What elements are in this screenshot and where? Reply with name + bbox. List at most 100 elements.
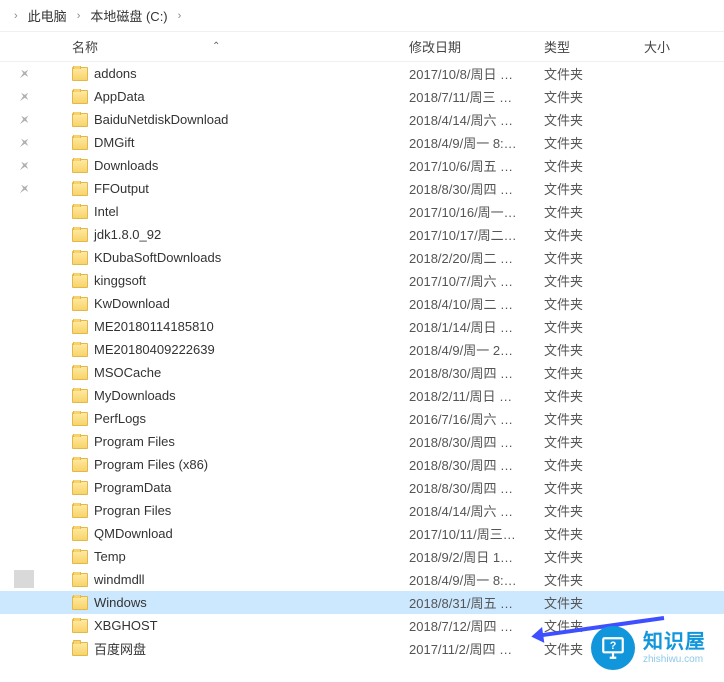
file-row[interactable]: Temp 2018/9/2/周日 1…文件夹 bbox=[0, 545, 724, 568]
folder-icon bbox=[72, 228, 88, 242]
file-name: Downloads bbox=[94, 158, 158, 173]
chevron-right-icon: › bbox=[178, 10, 182, 22]
size-column-header[interactable]: 大小 bbox=[644, 37, 724, 56]
file-row[interactable]: Progran Files 2018/4/14/周六 …文件夹 bbox=[0, 499, 724, 522]
type-column-header[interactable]: 类型 bbox=[544, 37, 644, 56]
file-row[interactable]: MSOCache2018/8/30/周四 …文件夹 bbox=[0, 361, 724, 384]
file-type: 文件夹 bbox=[544, 202, 644, 221]
file-name: windmdll bbox=[94, 572, 145, 587]
file-date: 2018/8/30/周四 … bbox=[409, 179, 544, 198]
folder-icon bbox=[72, 136, 88, 150]
file-row[interactable]: AppData 2018/7/11/周三 …文件夹 bbox=[0, 85, 724, 108]
folder-icon bbox=[72, 320, 88, 334]
file-type: 文件夹 bbox=[544, 478, 644, 497]
file-type: 文件夹 bbox=[544, 248, 644, 267]
breadcrumb[interactable]: › 此电脑 › 本地磁盘 (C:) › bbox=[0, 0, 724, 32]
file-date: 2018/9/2/周日 1… bbox=[409, 547, 544, 566]
file-row[interactable]: PerfLogs2016/7/16/周六 …文件夹 bbox=[0, 407, 724, 430]
folder-icon bbox=[72, 481, 88, 495]
file-row[interactable]: FFOutput2018/8/30/周四 …文件夹 bbox=[0, 177, 724, 200]
file-name: Progran Files bbox=[94, 503, 171, 518]
file-name: FFOutput bbox=[94, 181, 149, 196]
file-date: 2018/8/30/周四 … bbox=[409, 363, 544, 382]
watermark-title: 知识屋 bbox=[643, 631, 706, 654]
file-row[interactable]: Downloads2017/10/6/周五 …文件夹 bbox=[0, 154, 724, 177]
file-row[interactable]: QMDownload2017/10/11/周三…文件夹 bbox=[0, 522, 724, 545]
folder-icon bbox=[72, 159, 88, 173]
file-name: Intel bbox=[94, 204, 119, 219]
file-name: ME20180114185810 bbox=[94, 319, 214, 334]
file-type: 文件夹 bbox=[544, 225, 644, 244]
file-row[interactable]: ProgramData2018/8/30/周四 …文件夹 bbox=[0, 476, 724, 499]
folder-icon bbox=[72, 458, 88, 472]
file-row[interactable]: kinggsoft2017/10/7/周六 …文件夹 bbox=[0, 269, 724, 292]
file-date: 2018/1/14/周日 … bbox=[409, 317, 544, 336]
breadcrumb-item[interactable]: 此电脑 bbox=[24, 4, 71, 27]
file-date: 2017/10/17/周二… bbox=[409, 225, 544, 244]
file-type: 文件夹 bbox=[544, 593, 644, 612]
file-row[interactable]: windmdll 2018/4/9/周一 8:…文件夹 bbox=[0, 568, 724, 591]
file-name: Temp bbox=[94, 549, 126, 564]
file-row[interactable]: Program Files2018/8/30/周四 …文件夹 bbox=[0, 430, 724, 453]
file-type: 文件夹 bbox=[544, 294, 644, 313]
name-column-label: 名称 bbox=[72, 37, 98, 56]
file-row[interactable]: addons2017/10/8/周日 …文件夹 bbox=[0, 62, 724, 85]
sort-indicator-icon: ⌃ bbox=[212, 41, 220, 52]
file-type: 文件夹 bbox=[544, 110, 644, 129]
file-date: 2017/10/11/周三… bbox=[409, 524, 544, 543]
file-row[interactable]: Program Files (x86) 2018/8/30/周四 …文件夹 bbox=[0, 453, 724, 476]
file-type: 文件夹 bbox=[544, 317, 644, 336]
watermark-subtitle: zhishiwu.com bbox=[643, 654, 706, 666]
file-type: 文件夹 bbox=[544, 432, 644, 451]
file-date: 2017/10/7/周六 … bbox=[409, 271, 544, 290]
file-name: Windows bbox=[94, 595, 147, 610]
chevron-right-icon: › bbox=[77, 10, 81, 22]
file-name: Program Files (x86) bbox=[94, 457, 208, 472]
file-row[interactable]: ME201804092226392018/4/9/周一 2…文件夹 bbox=[0, 338, 724, 361]
file-name: BaiduNetdiskDownload bbox=[94, 112, 228, 127]
name-column-header[interactable]: 名称 ⌃ bbox=[48, 37, 409, 56]
date-column-header[interactable]: 修改日期 bbox=[409, 37, 544, 56]
file-type: 文件夹 bbox=[544, 501, 644, 520]
breadcrumb-item[interactable]: 本地磁盘 (C:) bbox=[86, 4, 171, 27]
file-type: 文件夹 bbox=[544, 524, 644, 543]
monitor-question-icon: ? bbox=[600, 635, 626, 661]
file-row[interactable]: DMGift2018/4/9/周一 8:…文件夹 bbox=[0, 131, 724, 154]
file-type: 文件夹 bbox=[544, 547, 644, 566]
file-row[interactable]: ME20180114185810 2018/1/14/周日 …文件夹 bbox=[0, 315, 724, 338]
file-date: 2018/4/9/周一 8:… bbox=[409, 570, 544, 589]
file-date: 2018/2/11/周日 … bbox=[409, 386, 544, 405]
file-date: 2017/10/6/周五 … bbox=[409, 156, 544, 175]
folder-icon bbox=[72, 504, 88, 518]
quick-access-pin-icon bbox=[0, 160, 48, 172]
file-row[interactable]: jdk1.8.0_922017/10/17/周二…文件夹 bbox=[0, 223, 724, 246]
file-row[interactable]: MyDownloads2018/2/11/周日 …文件夹 bbox=[0, 384, 724, 407]
folder-icon bbox=[72, 527, 88, 541]
file-row[interactable]: Intel2017/10/16/周一…文件夹 bbox=[0, 200, 724, 223]
file-date: 2018/8/30/周四 … bbox=[409, 455, 544, 474]
folder-icon bbox=[72, 182, 88, 196]
file-date: 2018/4/10/周二 … bbox=[409, 294, 544, 313]
file-name: kinggsoft bbox=[94, 273, 146, 288]
quick-access-pin-icon bbox=[0, 137, 48, 149]
file-date: 2018/7/11/周三 … bbox=[409, 87, 544, 106]
file-type: 文件夹 bbox=[544, 455, 644, 474]
folder-icon bbox=[72, 412, 88, 426]
chevron-right-icon: › bbox=[14, 10, 18, 22]
folder-icon bbox=[72, 550, 88, 564]
folder-icon bbox=[72, 67, 88, 81]
folder-icon bbox=[72, 435, 88, 449]
file-type: 文件夹 bbox=[544, 87, 644, 106]
file-row[interactable]: Windows2018/8/31/周五 …文件夹 bbox=[0, 591, 724, 614]
file-row[interactable]: KDubaSoftDownloads2018/2/20/周二 …文件夹 bbox=[0, 246, 724, 269]
file-type: 文件夹 bbox=[544, 64, 644, 83]
file-row[interactable]: KwDownload2018/4/10/周二 …文件夹 bbox=[0, 292, 724, 315]
file-name: ME20180409222639 bbox=[94, 342, 215, 357]
file-name: AppData bbox=[94, 89, 145, 104]
folder-icon bbox=[72, 90, 88, 104]
file-date: 2018/4/14/周六 … bbox=[409, 501, 544, 520]
svg-text:?: ? bbox=[610, 640, 617, 652]
file-type: 文件夹 bbox=[544, 570, 644, 589]
file-row[interactable]: BaiduNetdiskDownload2018/4/14/周六 …文件夹 bbox=[0, 108, 724, 131]
file-type: 文件夹 bbox=[544, 133, 644, 152]
